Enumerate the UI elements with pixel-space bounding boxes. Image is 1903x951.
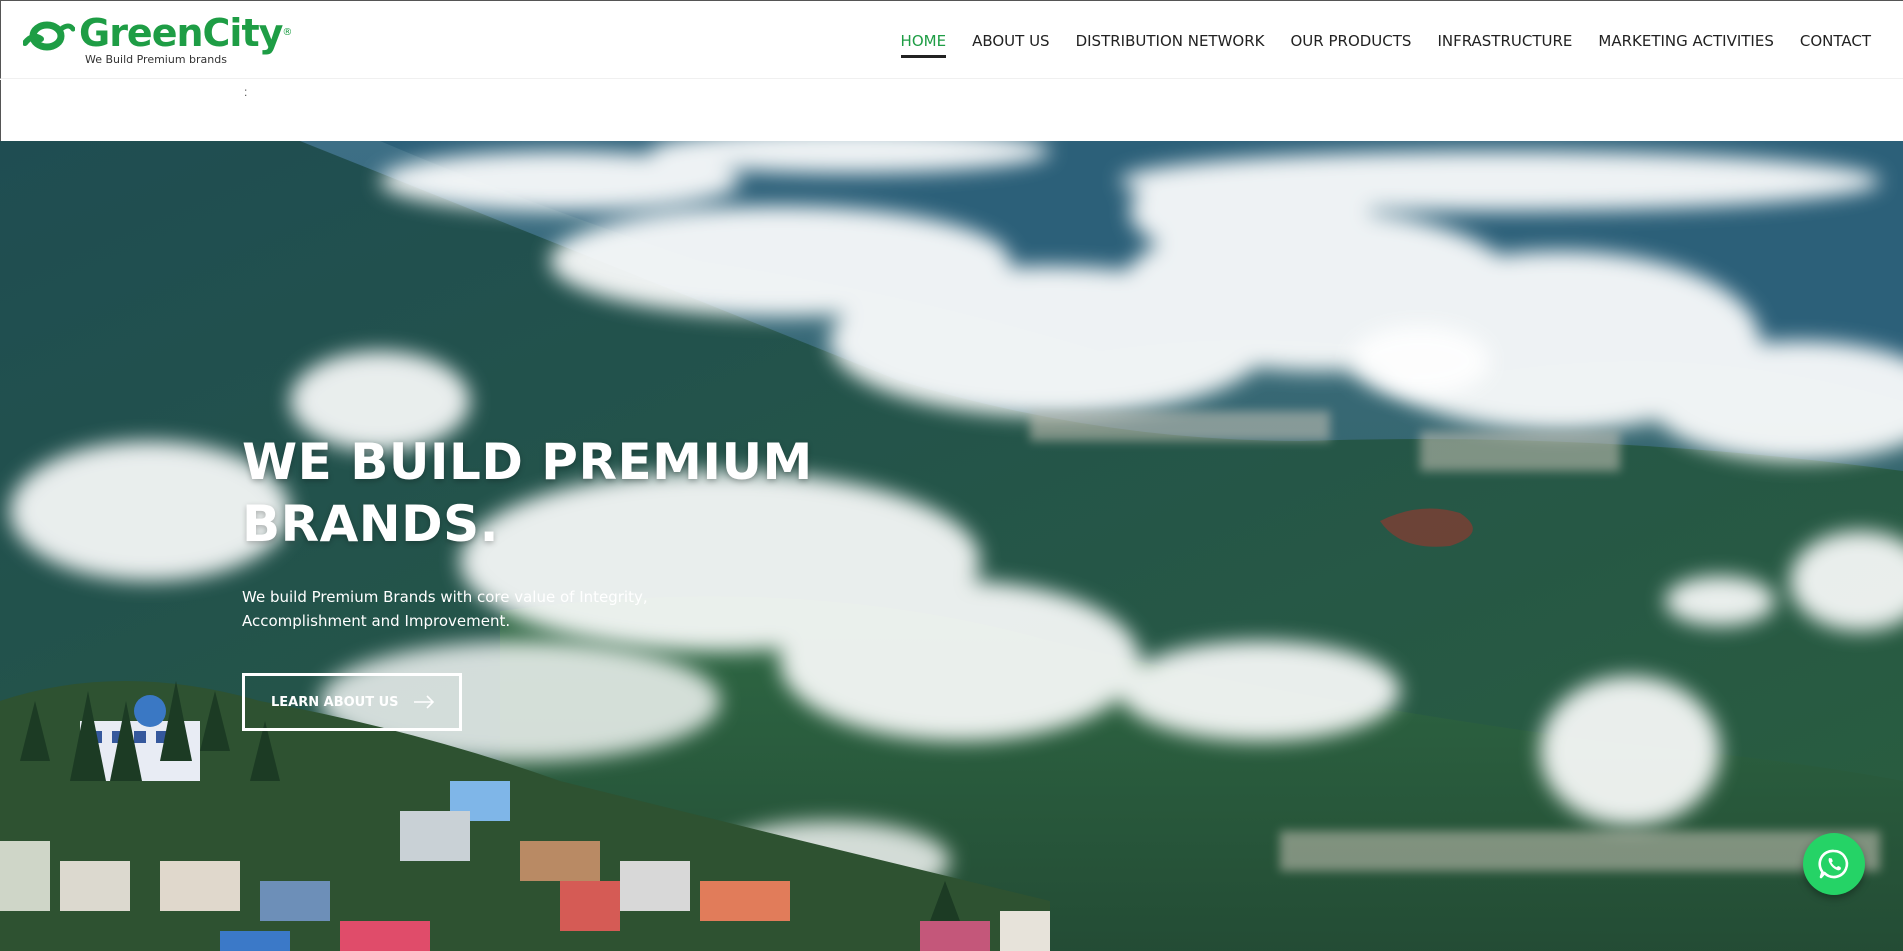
nav-home[interactable]: HOME: [900, 24, 946, 58]
main-nav: HOME ABOUT US DISTRIBUTION NETWORK OUR P…: [875, 1, 1871, 80]
logo[interactable]: GreenCity® We Build Premium brands: [23, 13, 292, 67]
brand-name: GreenCity®: [79, 11, 292, 55]
sub-bar-text: :: [244, 85, 248, 99]
nav-contact[interactable]: CONTACT: [1800, 24, 1871, 58]
arrow-right-icon: [413, 695, 434, 709]
whatsapp-icon: [1818, 849, 1849, 879]
learn-about-us-button[interactable]: LEARN ABOUT US: [242, 673, 462, 731]
brand-tagline: We Build Premium brands: [85, 53, 227, 66]
nav-distribution-network[interactable]: DISTRIBUTION NETWORK: [1076, 24, 1265, 58]
nav-about-us[interactable]: ABOUT US: [972, 24, 1050, 58]
greencity-logo-icon: [23, 21, 75, 51]
hero-title-line-1: WE BUILD PREMIUM: [242, 433, 813, 491]
site-header: GreenCity® We Build Premium brands HOME …: [0, 0, 1903, 79]
nav-our-products[interactable]: OUR PRODUCTS: [1291, 24, 1412, 58]
nav-marketing-activities[interactable]: MARKETING ACTIVITIES: [1598, 24, 1773, 58]
nav-infrastructure[interactable]: INFRASTRUCTURE: [1437, 24, 1572, 58]
hero-banner: WE BUILD PREMIUM BRANDS. We build Premiu…: [0, 141, 1903, 951]
learn-about-us-label: LEARN ABOUT US: [271, 694, 399, 710]
hero-content: WE BUILD PREMIUM BRANDS. We build Premiu…: [242, 431, 942, 731]
hero-title-line-2: BRANDS.: [242, 495, 500, 553]
whatsapp-button[interactable]: [1803, 833, 1865, 895]
hero-title: WE BUILD PREMIUM BRANDS.: [242, 431, 942, 555]
hero-description: We build Premium Brands with core value …: [242, 588, 648, 630]
sub-bar: :: [0, 80, 1903, 141]
